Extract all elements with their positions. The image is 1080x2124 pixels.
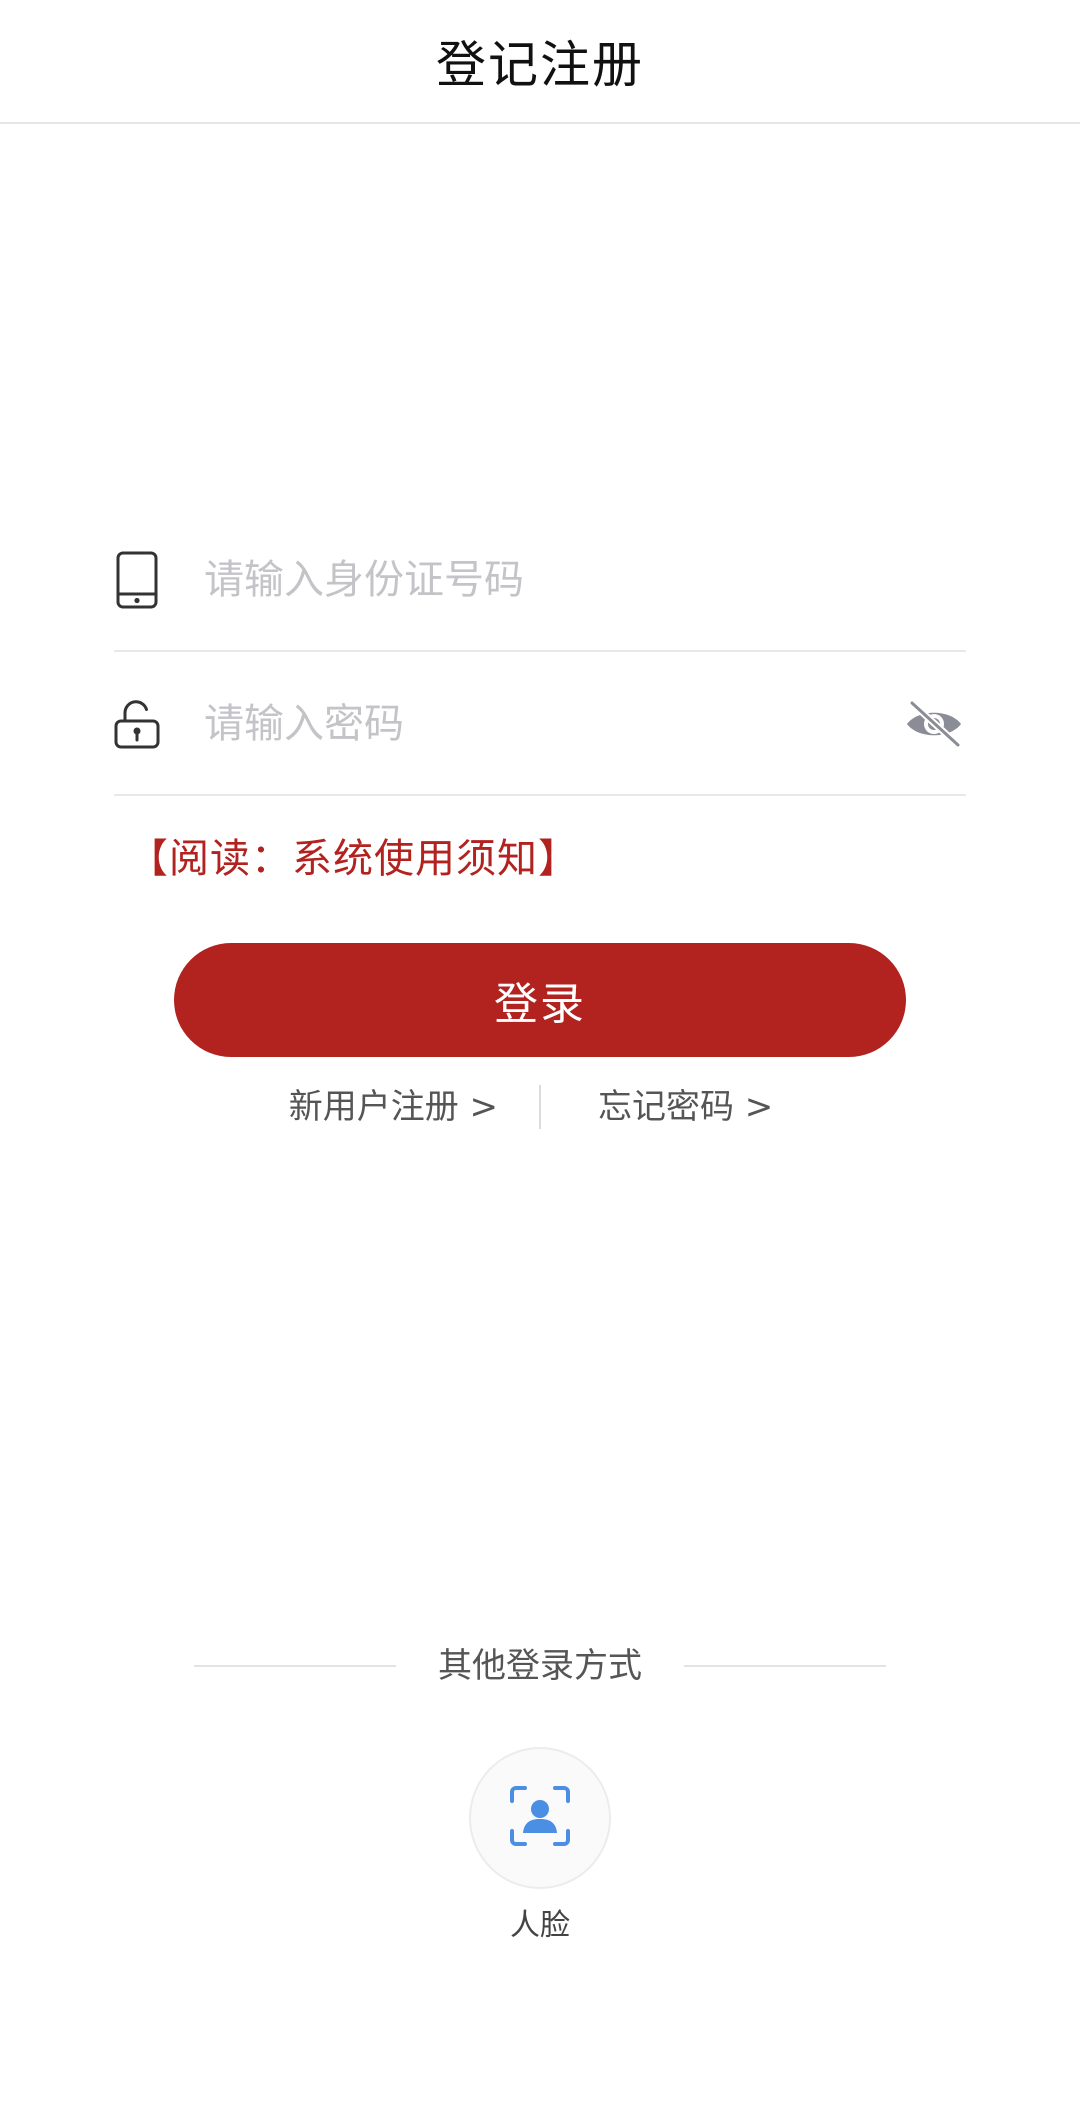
divider-line-right <box>684 1665 886 1667</box>
face-login-button[interactable] <box>469 1747 611 1889</box>
password-input[interactable] <box>204 689 844 759</box>
other-login-header: 其他登录方式 <box>194 1640 886 1692</box>
account-links: 新用户注册 > 忘记密码 > <box>0 1082 1080 1132</box>
face-scan-icon <box>509 1785 571 1851</box>
password-field-row <box>114 654 966 796</box>
page-title: 登记注册 <box>436 36 644 94</box>
login-button[interactable]: 登录 <box>174 943 906 1057</box>
phone-icon <box>114 550 160 610</box>
id-number-input[interactable] <box>204 545 844 615</box>
link-divider <box>539 1085 541 1129</box>
unlock-icon <box>114 694 160 754</box>
register-link[interactable]: 新用户注册 > <box>289 1082 498 1132</box>
forgot-password-link[interactable]: 忘记密码 > <box>598 1082 773 1132</box>
system-notice-link[interactable]: 【阅读：系统使用须知】 <box>128 826 579 884</box>
top-bar: 登记注册 <box>0 0 1080 124</box>
id-number-field-row <box>114 510 966 652</box>
face-login-label: 人脸 <box>510 1908 570 1943</box>
eye-slash-icon[interactable] <box>902 696 966 752</box>
